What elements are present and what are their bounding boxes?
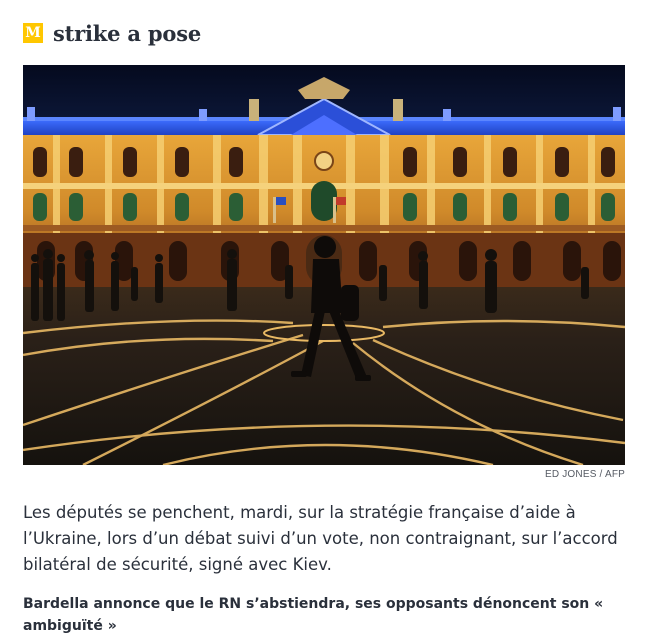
article-lede[interactable]: Les députés se penchent, mardi, sur la s… bbox=[23, 500, 623, 578]
le-monde-logo-icon: M bbox=[23, 23, 43, 43]
logo-glyph: M bbox=[25, 25, 41, 41]
section-title: strike a pose bbox=[53, 20, 201, 46]
capitole-night-photo[interactable] bbox=[23, 65, 625, 465]
section-header: M strike a pose bbox=[23, 19, 201, 47]
related-article-link[interactable]: Bardella annonce que le RN s’abstiendra,… bbox=[23, 593, 623, 637]
photo-credit: ED JONES / AFP bbox=[544, 469, 625, 480]
clock-icon bbox=[314, 151, 334, 171]
